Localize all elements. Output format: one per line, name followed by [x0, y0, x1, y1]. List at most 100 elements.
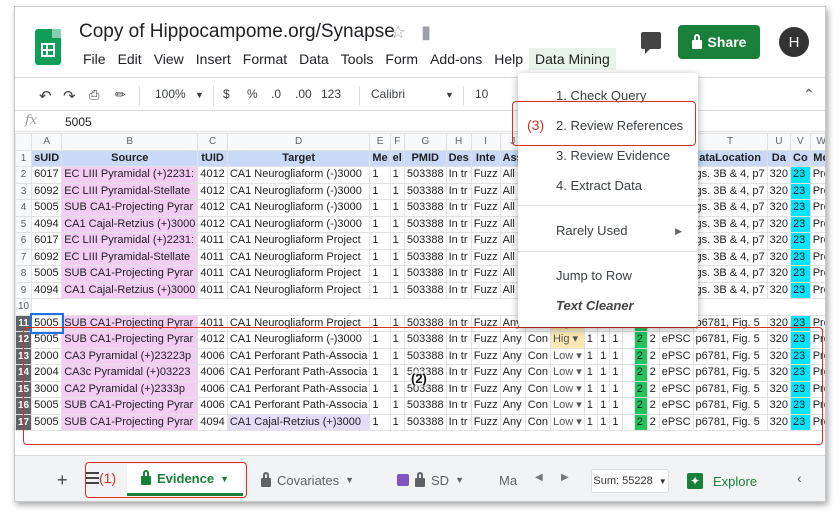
- col-header[interactable]: V: [790, 133, 811, 151]
- avatar[interactable]: H: [779, 27, 809, 57]
- cell[interactable]: Pre: [809, 265, 825, 283]
- row-header[interactable]: 5: [15, 215, 33, 233]
- col-header[interactable]: G: [403, 133, 447, 151]
- cell[interactable]: 1: [389, 232, 405, 250]
- cell[interactable]: 1: [369, 248, 391, 266]
- cell[interactable]: Pre: [809, 199, 825, 217]
- cell[interactable]: 1: [369, 265, 391, 283]
- menu-item-extract-data[interactable]: 4. Extract Data: [556, 178, 642, 193]
- zoom-chevron-icon[interactable]: ▼: [195, 90, 204, 100]
- more-formats-button[interactable]: 123: [321, 87, 341, 101]
- cell[interactable]: 23: [790, 248, 811, 266]
- cell[interactable]: 1: [389, 281, 405, 299]
- cell[interactable]: 23: [790, 232, 811, 250]
- cell-datalocation[interactable]: gs. 3B & 4, p7: [692, 265, 768, 283]
- cell-target[interactable]: CA1 Neurogliaform (-)3000: [226, 166, 371, 184]
- header-cell-target[interactable]: Target: [226, 149, 371, 167]
- cell-tuid[interactable]: 4011: [197, 232, 228, 250]
- cell[interactable]: 320: [766, 265, 792, 283]
- cell[interactable]: Fuzz: [470, 248, 501, 266]
- cell-suid[interactable]: 4094: [31, 281, 63, 299]
- cell-datalocation[interactable]: gs. 3B & 4, p7: [692, 281, 768, 299]
- row-header[interactable]: 8: [15, 265, 33, 283]
- star-icon[interactable]: ☆: [390, 22, 406, 42]
- col-header[interactable]: H: [445, 133, 472, 151]
- header-cell[interactable]: Inte: [470, 149, 501, 167]
- cell[interactable]: Pre: [809, 248, 825, 266]
- zoom-select[interactable]: 100%: [155, 87, 186, 101]
- cell-tuid[interactable]: 4011: [197, 248, 228, 266]
- undo-icon[interactable]: ↶: [39, 87, 52, 105]
- folder-icon[interactable]: ▮: [421, 22, 431, 42]
- cell[interactable]: In tr: [445, 232, 472, 250]
- comment-icon[interactable]: [641, 32, 661, 54]
- tab-evidence[interactable]: Evidence ▼: [127, 464, 244, 496]
- cell-source[interactable]: EC LIII Pyramidal-Stellate: [61, 248, 199, 266]
- cell[interactable]: In tr: [445, 281, 472, 299]
- header-cell[interactable]: Des: [445, 149, 472, 167]
- cell-datalocation[interactable]: gs. 3B & 4, p7: [692, 215, 768, 233]
- cell-target[interactable]: CA1 Neurogliaform Project: [226, 265, 371, 283]
- menu-file[interactable]: File: [77, 48, 112, 70]
- cell[interactable]: 1: [369, 166, 391, 184]
- cell[interactable]: Fuzz: [470, 166, 501, 184]
- cell[interactable]: 1: [369, 182, 391, 200]
- currency-button[interactable]: $: [223, 87, 230, 101]
- cell-pmid[interactable]: 503388: [403, 182, 447, 200]
- document-title[interactable]: Copy of Hippocampome.org/Synapse: [79, 21, 395, 43]
- cell[interactable]: In tr: [445, 248, 472, 266]
- header-cell[interactable]: Me: [369, 149, 391, 167]
- col-header[interactable]: B: [61, 133, 199, 151]
- header-cell[interactable]: Mo: [809, 149, 825, 167]
- collapse-menu-icon[interactable]: ⌃: [803, 86, 815, 103]
- cell[interactable]: Pre: [809, 182, 825, 200]
- tab-ma[interactable]: Ma: [499, 464, 517, 496]
- cell-tuid[interactable]: 4012: [197, 199, 228, 217]
- cell[interactable]: Pre: [809, 232, 825, 250]
- explore-button[interactable]: ✦ Explore: [687, 473, 757, 489]
- cell-pmid[interactable]: 503388: [403, 232, 447, 250]
- cell-datalocation[interactable]: gs. 3B & 4, p7: [692, 199, 768, 217]
- cell-target[interactable]: CA1 Neurogliaform Project: [226, 232, 371, 250]
- cell[interactable]: 320: [766, 232, 792, 250]
- cell[interactable]: Fuzz: [470, 199, 501, 217]
- cell[interactable]: In tr: [445, 199, 472, 217]
- cell-source[interactable]: EC LIII Pyramidal (+)2231:: [61, 232, 199, 250]
- row-header[interactable]: 2: [15, 166, 33, 184]
- cell-source[interactable]: SUB CA1-Projecting Pyrar: [61, 199, 199, 217]
- cell-target[interactable]: CA1 Neurogliaform (-)3000: [226, 199, 371, 217]
- menu-format[interactable]: Format: [237, 48, 293, 70]
- cell-pmid[interactable]: 503388: [403, 248, 447, 266]
- cell[interactable]: 1: [389, 199, 405, 217]
- cell[interactable]: In tr: [445, 215, 472, 233]
- cell-target[interactable]: CA1 Neurogliaform (-)3000: [226, 182, 371, 200]
- cell[interactable]: 23: [790, 182, 811, 200]
- cell-target[interactable]: CA1 Neurogliaform (-)3000: [226, 215, 371, 233]
- col-header[interactable]: W: [809, 133, 825, 151]
- cell-suid[interactable]: 5005: [31, 199, 63, 217]
- paint-format-icon[interactable]: ✏: [115, 87, 126, 103]
- row-header[interactable]: 7: [15, 248, 33, 266]
- cell[interactable]: In tr: [445, 166, 472, 184]
- tab-sd[interactable]: SD ▼: [397, 464, 464, 496]
- col-header[interactable]: T: [692, 133, 768, 151]
- menu-item-review-evidence[interactable]: 3. Review Evidence: [556, 148, 670, 163]
- row-header[interactable]: 3: [15, 182, 33, 200]
- cell-source[interactable]: EC LIII Pyramidal-Stellate: [61, 182, 199, 200]
- cell[interactable]: 320: [766, 248, 792, 266]
- cell-source[interactable]: CA1 Cajal-Retzius (+)3000: [61, 215, 199, 233]
- cell-pmid[interactable]: 503388: [403, 281, 447, 299]
- increase-decimal-button[interactable]: .00: [295, 87, 312, 101]
- select-all-corner[interactable]: [15, 133, 33, 151]
- header-cell[interactable]: el: [389, 149, 405, 167]
- sum-indicator[interactable]: Sum: 55228 ▼: [591, 469, 669, 493]
- cell[interactable]: Fuzz: [470, 281, 501, 299]
- cell[interactable]: Fuzz: [470, 182, 501, 200]
- cell[interactable]: 23: [790, 265, 811, 283]
- cell[interactable]: In tr: [445, 182, 472, 200]
- cell[interactable]: 1: [389, 215, 405, 233]
- menu-form[interactable]: Form: [379, 48, 424, 70]
- header-cell-source[interactable]: Source: [61, 149, 199, 167]
- cell-tuid[interactable]: 4012: [197, 166, 228, 184]
- cell[interactable]: 1: [389, 248, 405, 266]
